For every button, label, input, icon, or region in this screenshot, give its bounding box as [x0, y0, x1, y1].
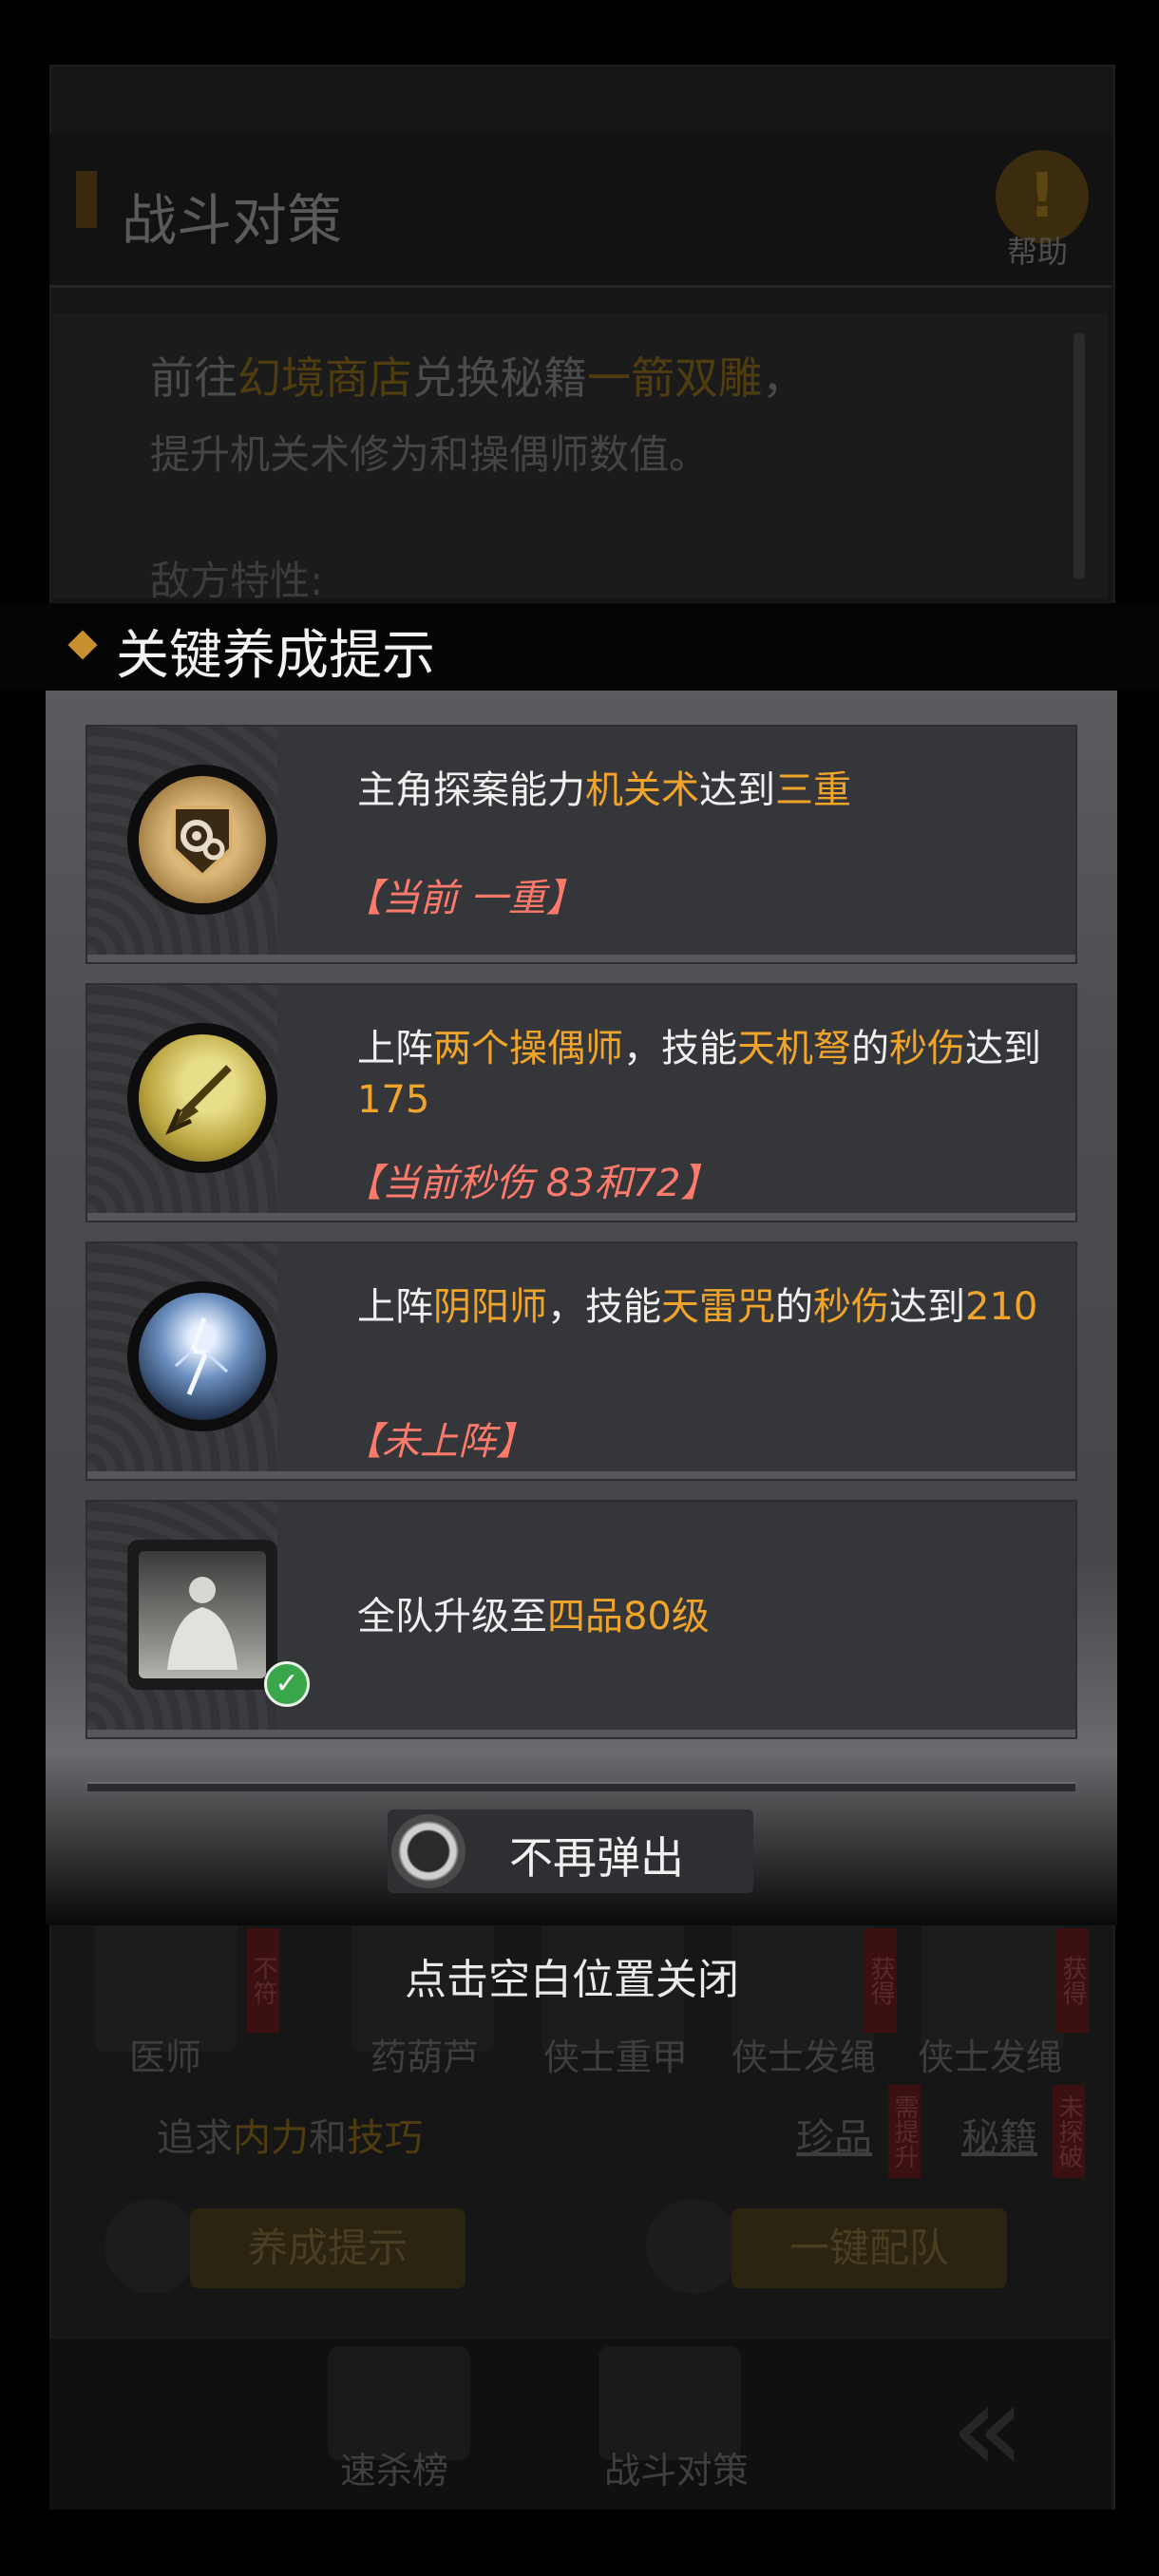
tip-text: 上阵两个操偶师，技能天机弩的秒伤达到175 [357, 1027, 1041, 1122]
strategy-line-2: 提升机关术修为和操偶师数值。 [150, 431, 710, 478]
dont-show-again-label[interactable]: 不再弹出 [509, 1824, 684, 1886]
tip-icon-frame [127, 1540, 277, 1690]
gear-shield-icon [139, 776, 266, 903]
strategy-line-1: 前往幻境商店兑换秘籍一箭双雕， [150, 352, 806, 404]
tip-text: 全队升级至四品80级 [357, 1595, 710, 1638]
lightning-skill-icon [139, 1293, 266, 1420]
unit-label: 医师 [129, 2036, 202, 2078]
tip-icon-frame [127, 1281, 277, 1431]
back-chevron-icon[interactable]: « [950, 2356, 1026, 2500]
tip-text: 主角探案能力机关术达到三重 [357, 768, 851, 812]
tip-card: 上阵阴阳师，技能天雷咒的秒伤达到210 【未上阵】 [87, 1243, 1075, 1479]
tip-icon-frame [127, 1023, 277, 1173]
tip-icon-frame [127, 765, 277, 915]
tip-card: 上阵两个操偶师，技能天机弩的秒伤达到175 【当前秒伤 83和72】 [87, 985, 1075, 1221]
page-title: 战斗对策 [122, 188, 343, 253]
title-mark [76, 171, 97, 228]
tip-status: 【当前秒伤 83和72】 [344, 1162, 719, 1205]
sword-icon [646, 2199, 741, 2294]
pursue-hint: 追求内力和技巧 [157, 2116, 423, 2160]
nav-tab-speed-kill[interactable]: 速杀榜 [340, 2441, 448, 2493]
secret-badge: 未探破 [1053, 2085, 1085, 2178]
treasure-badge: 需提升 [888, 2085, 921, 2178]
tip-status: 【未上阵】 [344, 1420, 534, 1464]
description-scrollbar[interactable] [1074, 332, 1085, 579]
unit-label: 侠士重甲 [543, 2036, 689, 2078]
character-portrait-icon [139, 1551, 266, 1678]
unit-label: 药葫芦 [370, 2036, 480, 2078]
tip-card: ✓ 全队升级至四品80级 [87, 1502, 1075, 1737]
unit-label: 侠士发绳 [918, 2036, 1063, 2078]
nav-tab-battle-strategy[interactable]: 战斗对策 [604, 2441, 749, 2493]
auto-team-button[interactable]: 一键配队 [732, 2208, 1007, 2288]
unit-badge: 获得 [864, 1928, 897, 2033]
cultivate-hint-button[interactable]: 养成提示 [190, 2208, 466, 2288]
modal-title: 关键养成提示 [116, 625, 435, 687]
arrow-skill-icon [139, 1034, 266, 1162]
cultivate-close-icon [104, 2199, 200, 2294]
treasure-link[interactable]: 珍品 [796, 2107, 872, 2162]
close-hint: 点击空白位置关闭 [405, 1956, 739, 2004]
unit-badge: 获得 [1056, 1928, 1089, 2033]
unit-badge: 不符 [247, 1928, 279, 2033]
tip-text: 上阵阴阳师，技能天雷咒的秒伤达到210 [357, 1285, 1038, 1329]
unit-label: 侠士发绳 [732, 2036, 877, 2078]
help-label[interactable]: 帮助 [1007, 228, 1068, 272]
enemy-traits-label: 敌方特性: [150, 558, 324, 604]
divider [87, 1782, 1075, 1791]
check-icon: ✓ [264, 1661, 310, 1707]
secret-link[interactable]: 秘籍 [961, 2107, 1037, 2162]
tip-card: 主角探案能力机关术达到三重 【当前 一重】 [87, 727, 1075, 962]
tip-status: 【当前 一重】 [344, 877, 584, 920]
radio-icon[interactable] [391, 1814, 466, 1888]
